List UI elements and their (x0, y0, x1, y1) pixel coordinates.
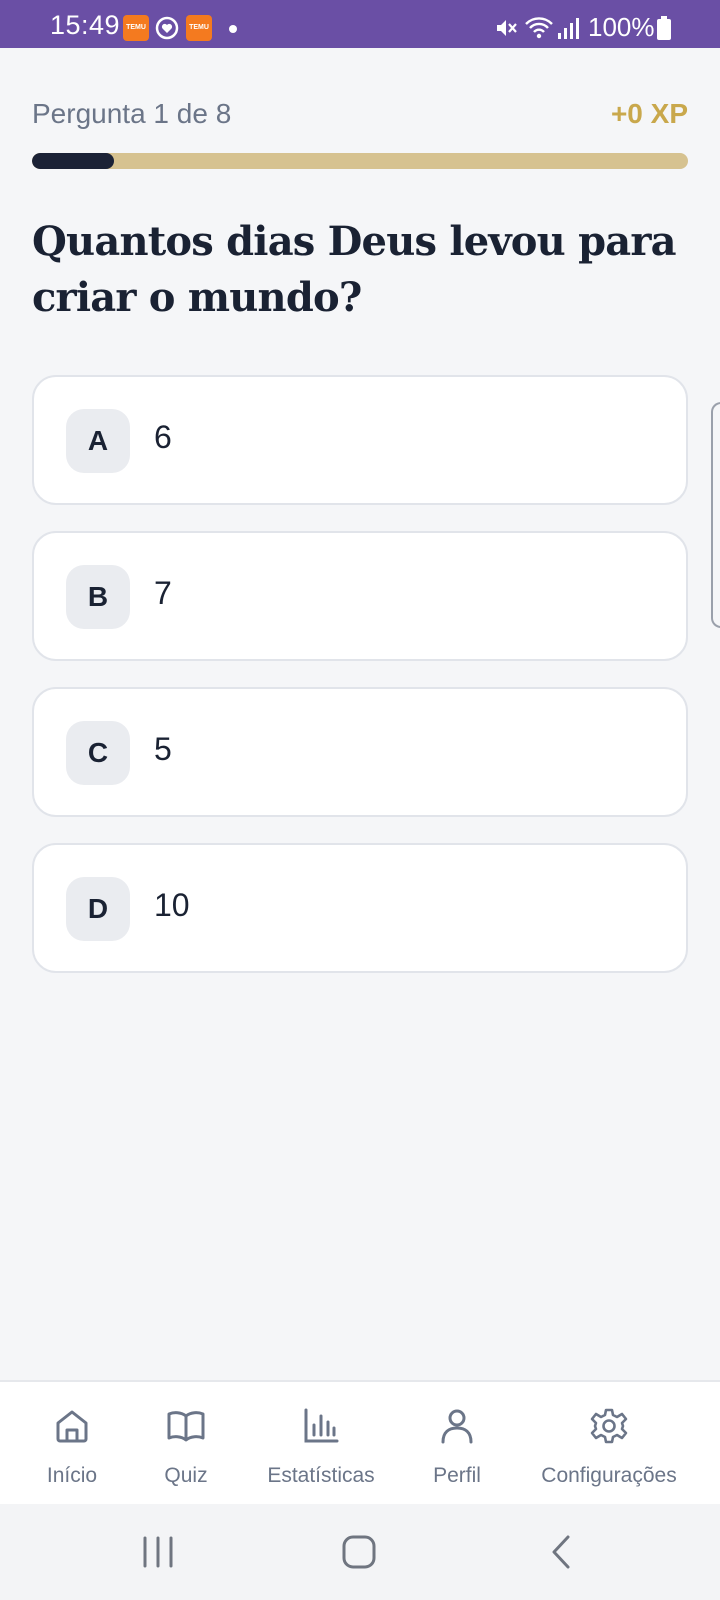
bar-chart-icon (304, 1408, 339, 1443)
user-icon (441, 1409, 473, 1444)
question-title: Quantos dias Deus levou para criar o mun… (32, 218, 677, 321)
option-letter-badge: B (66, 565, 130, 629)
nav-label-quiz: Quiz (164, 1464, 208, 1487)
home-icon (56, 1410, 88, 1443)
recent-apps-icon[interactable] (138, 1532, 178, 1572)
option-d[interactable]: D 10 (32, 843, 688, 973)
edge-panel-handle[interactable] (711, 402, 720, 628)
nav-label-inicio: Início (46, 1464, 98, 1487)
gear-icon (590, 1408, 628, 1444)
answer-options: A 6 B 7 C 5 D 10 (32, 375, 688, 999)
nav-item-inicio[interactable]: Início (32, 1382, 112, 1504)
battery-icon (657, 16, 671, 40)
temu-app-icon: TEMU (123, 15, 149, 41)
option-a[interactable]: A 6 (32, 375, 688, 505)
question-counter: Pergunta 1 de 8 (32, 98, 232, 129)
nav-item-perfil[interactable]: Perfil (417, 1382, 497, 1504)
notification-dot-icon (229, 25, 237, 33)
option-text: 10 (154, 887, 190, 923)
heart-app-icon (155, 16, 179, 40)
option-b[interactable]: B 7 (32, 531, 688, 661)
mute-icon (497, 20, 517, 36)
nav-label-estatisticas: Estatísticas (267, 1464, 375, 1487)
book-icon (167, 1411, 205, 1442)
nav-item-quiz[interactable]: Quiz (146, 1382, 226, 1504)
option-c[interactable]: C 5 (32, 687, 688, 817)
xp-label: +0 XP (610, 98, 688, 129)
option-letter-badge: A (66, 409, 130, 473)
nav-label-configuracoes: Configurações (541, 1464, 677, 1487)
option-letter-badge: D (66, 877, 130, 941)
bottom-navigation: Início Quiz Estatísticas Perfil Configur… (0, 1380, 720, 1504)
nav-item-estatisticas[interactable]: Estatísticas (260, 1382, 382, 1504)
signal-icon (558, 18, 579, 39)
status-time: 15:49 (50, 10, 121, 40)
temu-app-icon: TEMU (186, 15, 212, 41)
option-text: 7 (154, 575, 172, 611)
option-text: 6 (154, 419, 172, 455)
nav-label-perfil: Perfil (433, 1464, 481, 1487)
home-button-icon[interactable] (339, 1532, 379, 1572)
option-letter-badge: C (66, 721, 130, 785)
nav-item-configuracoes[interactable]: Configurações (536, 1382, 682, 1504)
wifi-icon (525, 17, 553, 39)
battery-percentage: 100% (588, 12, 655, 42)
progress-bar (32, 153, 688, 169)
back-icon[interactable] (541, 1532, 581, 1572)
progress-fill (32, 153, 114, 169)
status-bar: 15:49 TEMU TEMU 100% (0, 0, 720, 48)
system-navigation-bar (0, 1504, 720, 1600)
option-text: 5 (154, 731, 172, 767)
